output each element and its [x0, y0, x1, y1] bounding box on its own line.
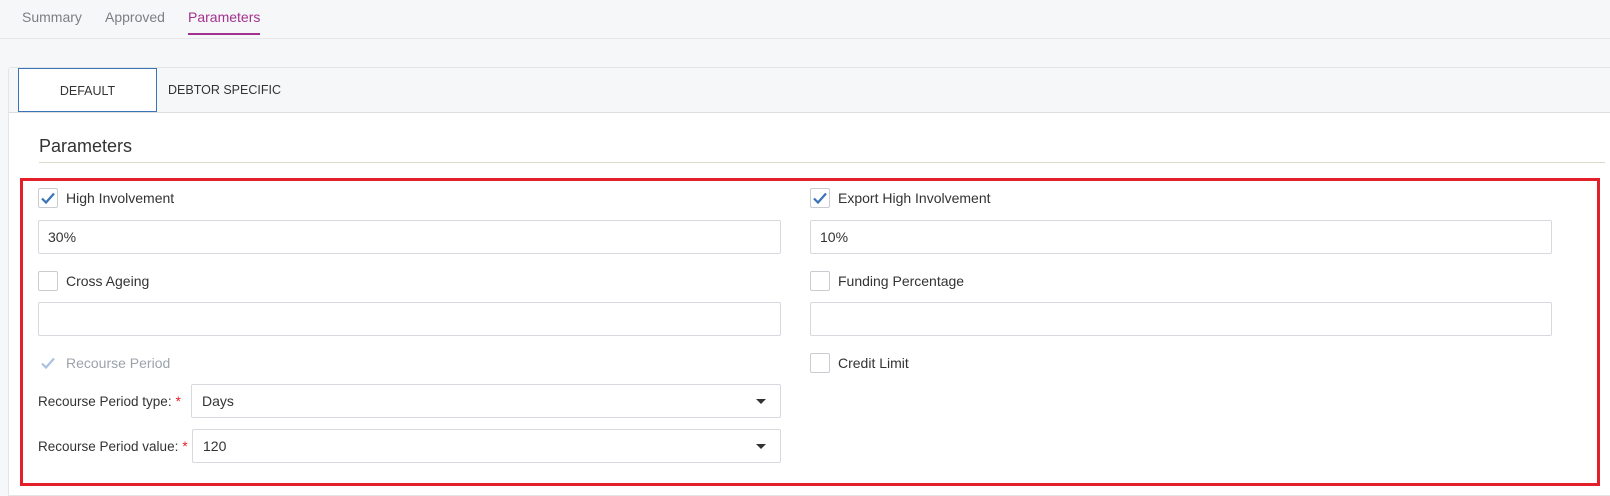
funding-percentage-checkbox[interactable]: [810, 271, 830, 291]
section-title: Parameters: [39, 136, 133, 156]
checkmark-icon: [41, 357, 55, 370]
high-involvement-row: High Involvement: [38, 188, 174, 208]
caret-down-icon: [756, 399, 766, 404]
credit-limit-checkbox[interactable]: [810, 353, 830, 373]
recourse-period-value-select[interactable]: 120: [192, 429, 781, 463]
top-tab-bar: Summary Approved Parameters: [0, 0, 1610, 39]
funding-percentage-input[interactable]: [810, 302, 1552, 336]
high-involvement-input[interactable]: [38, 220, 781, 254]
section-divider: [39, 162, 1605, 163]
cross-ageing-input[interactable]: [38, 302, 781, 336]
required-mark: *: [182, 439, 188, 454]
sub-tab-bar: DEFAULT DEBTOR SPECIFIC: [9, 68, 1610, 113]
export-high-involvement-row: Export High Involvement: [810, 188, 991, 208]
tab-summary[interactable]: Summary: [22, 9, 82, 33]
required-mark: *: [175, 394, 181, 409]
recourse-period-label: Recourse Period: [66, 355, 171, 371]
recourse-period-type-select[interactable]: Days: [191, 384, 781, 418]
high-involvement-checkbox[interactable]: [38, 188, 58, 208]
recourse-period-row: Recourse Period: [38, 353, 170, 373]
tab-parameters[interactable]: Parameters: [188, 9, 261, 35]
credit-limit-label: Credit Limit: [838, 355, 909, 371]
credit-limit-row: Credit Limit: [810, 353, 909, 373]
subtab-debtor-specific[interactable]: DEBTOR SPECIFIC: [157, 68, 292, 112]
high-involvement-label: High Involvement: [66, 190, 175, 206]
funding-percentage-row: Funding Percentage: [810, 271, 964, 291]
recourse-period-value-label: Recourse Period value: *: [38, 439, 188, 454]
caret-down-icon: [756, 444, 766, 449]
tab-approved[interactable]: Approved: [105, 9, 165, 33]
recourse-period-type-value: Days: [202, 393, 234, 409]
funding-percentage-label: Funding Percentage: [838, 273, 965, 289]
checkmark-icon: [813, 192, 827, 205]
export-high-involvement-label: Export High Involvement: [838, 190, 991, 206]
checkmark-icon: [41, 192, 55, 205]
recourse-period-value-value: 120: [203, 438, 227, 454]
export-high-involvement-input[interactable]: [810, 220, 1552, 254]
subtab-default[interactable]: DEFAULT: [18, 68, 157, 112]
cross-ageing-label: Cross Ageing: [66, 273, 150, 289]
recourse-period-type-label: Recourse Period type: *: [38, 394, 181, 409]
recourse-period-checkbox: [38, 353, 58, 373]
cross-ageing-row: Cross Ageing: [38, 271, 149, 291]
export-high-involvement-checkbox[interactable]: [810, 188, 830, 208]
cross-ageing-checkbox[interactable]: [38, 271, 58, 291]
